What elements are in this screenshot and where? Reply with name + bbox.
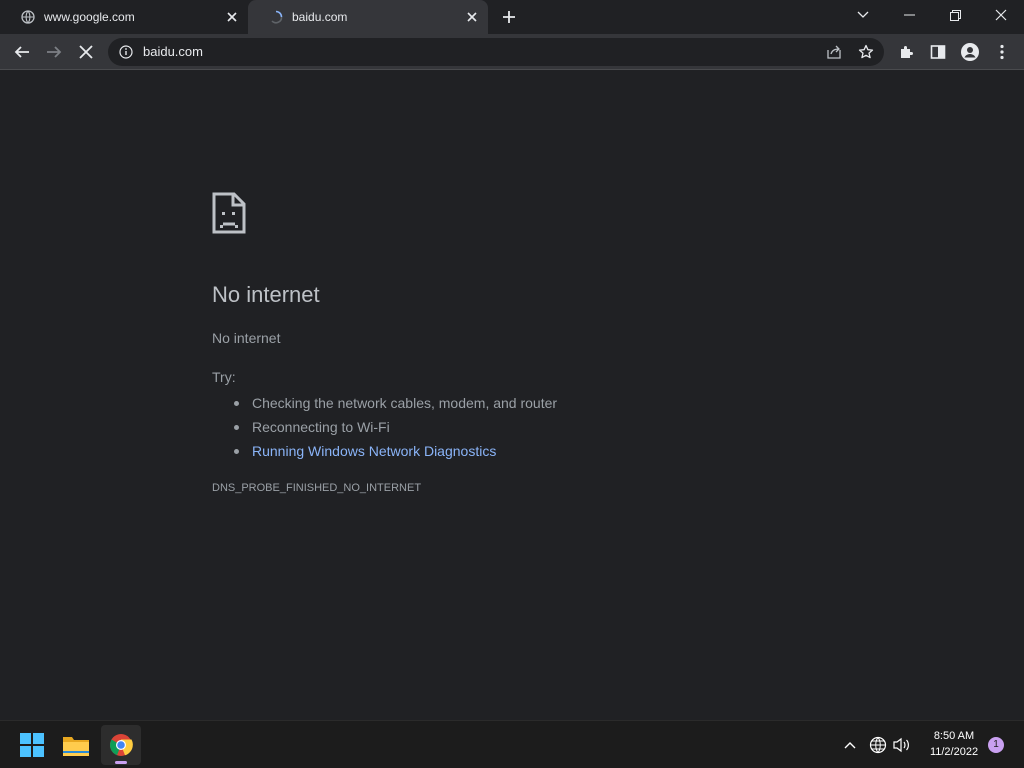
clock[interactable]: 8:50 AM 11/2/2022 bbox=[916, 728, 992, 760]
forward-button[interactable] bbox=[40, 38, 68, 66]
list-item: Reconnecting to Wi-Fi bbox=[232, 415, 557, 439]
extensions-icon bbox=[901, 46, 913, 58]
extensions-button[interactable] bbox=[892, 38, 920, 66]
error-page: No internet No internet Try: Checking th… bbox=[0, 71, 1024, 720]
forward-icon bbox=[47, 46, 62, 58]
file-explorer-button[interactable] bbox=[56, 725, 96, 765]
spinner-icon bbox=[268, 9, 284, 25]
file-explorer-icon bbox=[63, 737, 89, 756]
volume-icon bbox=[893, 737, 909, 753]
suggestions-list: Checking the network cables, modem, and … bbox=[232, 391, 557, 463]
notification-badge[interactable]: 1 bbox=[988, 737, 1004, 753]
tab-search-button[interactable] bbox=[840, 0, 886, 30]
plus-icon bbox=[503, 11, 515, 23]
share-icon[interactable] bbox=[824, 42, 844, 62]
back-icon bbox=[14, 46, 29, 58]
start-button[interactable] bbox=[12, 725, 52, 765]
network-diagnostics-link[interactable]: Running Windows Network Diagnostics bbox=[232, 439, 557, 463]
error-message: No internet bbox=[212, 330, 281, 346]
stop-button[interactable] bbox=[72, 38, 100, 66]
star-icon[interactable] bbox=[856, 42, 876, 62]
more-icon bbox=[1000, 44, 1004, 60]
address-bar[interactable]: baidu.com bbox=[108, 38, 884, 66]
browser-toolbar: baidu.com bbox=[0, 34, 1024, 70]
restore-button[interactable] bbox=[932, 0, 978, 30]
clock-time: 8:50 AM bbox=[933, 730, 975, 742]
stop-icon bbox=[79, 45, 93, 59]
tab-baidu[interactable]: baidu.com bbox=[248, 0, 488, 34]
network-globe-icon bbox=[869, 736, 887, 754]
tab-strip: www.google.com baidu.com bbox=[0, 0, 1024, 34]
network-button[interactable] bbox=[868, 735, 888, 755]
tab-title: baidu.com bbox=[292, 10, 348, 24]
volume-button[interactable] bbox=[892, 735, 912, 755]
close-tab-icon[interactable] bbox=[464, 9, 480, 25]
close-window-button[interactable] bbox=[978, 0, 1024, 30]
minimize-button[interactable] bbox=[886, 0, 932, 30]
back-button[interactable] bbox=[8, 38, 36, 66]
chrome-icon bbox=[109, 734, 133, 756]
tab-google[interactable]: www.google.com bbox=[0, 0, 248, 34]
windows-start-icon bbox=[20, 733, 44, 757]
chevron-down-icon bbox=[857, 11, 869, 18]
side-panel-icon bbox=[930, 45, 946, 59]
profile-icon bbox=[961, 43, 979, 61]
try-label: Try: bbox=[212, 369, 236, 385]
address-text[interactable]: baidu.com bbox=[143, 38, 203, 66]
more-menu-button[interactable] bbox=[988, 38, 1016, 66]
show-hidden-icons-button[interactable] bbox=[840, 735, 860, 755]
chrome-taskbar-button[interactable] bbox=[101, 725, 141, 765]
tab-title: www.google.com bbox=[44, 10, 135, 24]
side-panel-button[interactable] bbox=[924, 38, 952, 66]
list-item: Checking the network cables, modem, and … bbox=[232, 391, 557, 415]
sad-page-icon bbox=[212, 192, 246, 234]
close-tab-icon[interactable] bbox=[224, 9, 240, 25]
taskbar: 8:50 AM 11/2/2022 1 bbox=[0, 720, 1024, 768]
minimize-icon bbox=[903, 14, 915, 16]
active-app-indicator bbox=[115, 761, 127, 764]
clock-date: 11/2/2022 bbox=[929, 746, 979, 758]
close-icon bbox=[995, 9, 1007, 21]
new-tab-button[interactable] bbox=[498, 7, 520, 27]
restore-icon bbox=[949, 9, 961, 21]
globe-icon bbox=[20, 9, 36, 25]
error-heading: No internet bbox=[212, 282, 320, 307]
profile-button[interactable] bbox=[956, 38, 984, 66]
info-icon[interactable] bbox=[118, 44, 134, 60]
chevron-up-icon bbox=[844, 742, 856, 749]
error-code: DNS_PROBE_FINISHED_NO_INTERNET bbox=[212, 482, 422, 494]
